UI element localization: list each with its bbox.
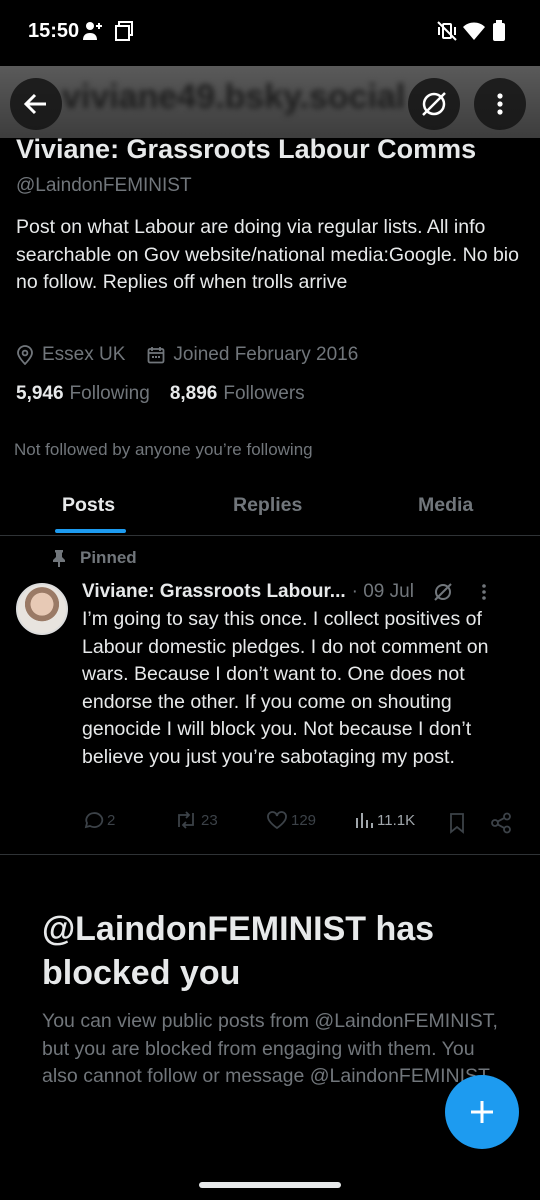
not-followed-notice: Not followed by anyone you’re following — [14, 440, 313, 459]
profile-tabs: Posts Replies Media — [0, 478, 540, 536]
heart-icon — [267, 811, 287, 830]
profile-meta: Essex UK Joined February 2016 — [16, 341, 380, 369]
followers-count[interactable]: 8,896 — [170, 383, 218, 405]
bluesky-bridge-button[interactable] — [408, 78, 460, 130]
reply-button[interactable]: 2 — [82, 810, 115, 830]
bookmark-icon[interactable] — [448, 812, 466, 834]
profile-display-name: Viviane: Grassroots Labour Comms — [16, 134, 477, 164]
post-text: I’m going to say this once. I collect po… — [82, 608, 489, 768]
blocked-description: You can view public posts from @LaindonF… — [42, 1010, 498, 1087]
vibrate-off-icon — [437, 21, 457, 41]
calendar-icon — [148, 347, 165, 364]
post-divider — [0, 854, 540, 855]
repost-count: 23 — [201, 811, 218, 829]
pin-icon — [53, 550, 65, 567]
analytics-bars-icon — [356, 813, 373, 828]
views-count: 11.1K — [377, 811, 416, 829]
post-author-name[interactable]: Viviane: Grassroots Labour... — [82, 581, 346, 603]
more-options-button[interactable] — [474, 78, 526, 130]
location-pin-icon — [17, 345, 33, 365]
status-bar: 15:50 — [0, 0, 540, 66]
profile-location: Essex UK — [42, 344, 126, 365]
profile-handle: @LaindonFEMINIST — [16, 175, 192, 196]
post-actions: 2 23 129 11.1K — [82, 810, 522, 838]
share-icon[interactable] — [490, 812, 512, 834]
more-vertical-icon — [497, 93, 503, 115]
reply-count: 2 — [107, 811, 116, 829]
blocked-title: @LaindonFEMINIST has blocked you — [42, 910, 435, 992]
like-count: 129 — [291, 811, 317, 829]
post-date[interactable]: · 09 Jul — [352, 581, 414, 603]
tab-replies[interactable]: Replies — [233, 494, 302, 517]
banner-handle-blurred: viviane49.bsky.social — [62, 78, 406, 116]
tab-media[interactable]: Media — [418, 494, 473, 517]
tab-posts[interactable]: Posts — [62, 494, 115, 517]
profile-bio: Post on what Labour are doing via regula… — [16, 216, 519, 293]
following-count[interactable]: 5,946 — [16, 383, 64, 405]
plus-icon — [471, 1101, 493, 1123]
following-label[interactable]: Following — [70, 383, 150, 405]
post-header: Viviane: Grassroots Labour... · 09 Jul — [82, 581, 522, 603]
profile-joined: Joined February 2016 — [173, 344, 359, 365]
reply-icon — [84, 812, 104, 829]
active-tab-indicator — [55, 529, 126, 533]
wifi-icon — [463, 22, 485, 40]
pinned-label: Pinned — [80, 548, 137, 567]
repost-icon — [178, 811, 194, 829]
person-add-icon — [83, 22, 102, 40]
followers-label[interactable]: Followers — [223, 383, 304, 405]
back-button[interactable] — [10, 78, 62, 130]
compose-post-button[interactable] — [445, 1075, 519, 1149]
follow-stats: 5,946 Following 8,896 Followers — [16, 383, 325, 405]
views-button[interactable]: 11.1K — [354, 810, 415, 830]
arrow-left-icon — [23, 93, 46, 115]
like-button[interactable]: 129 — [266, 810, 316, 830]
bridge-circle-slash-icon — [422, 92, 446, 116]
post-more-icon[interactable] — [481, 583, 487, 601]
screen-square-icon — [115, 21, 133, 41]
pinned-indicator: Pinned — [52, 548, 137, 568]
battery-icon — [493, 20, 505, 41]
status-time: 15:50 — [28, 20, 80, 42]
repost-button[interactable]: 23 — [174, 810, 218, 830]
bridge-circle-slash-icon — [434, 583, 452, 601]
home-indicator[interactable] — [199, 1182, 341, 1188]
post-author-avatar[interactable] — [16, 583, 68, 635]
